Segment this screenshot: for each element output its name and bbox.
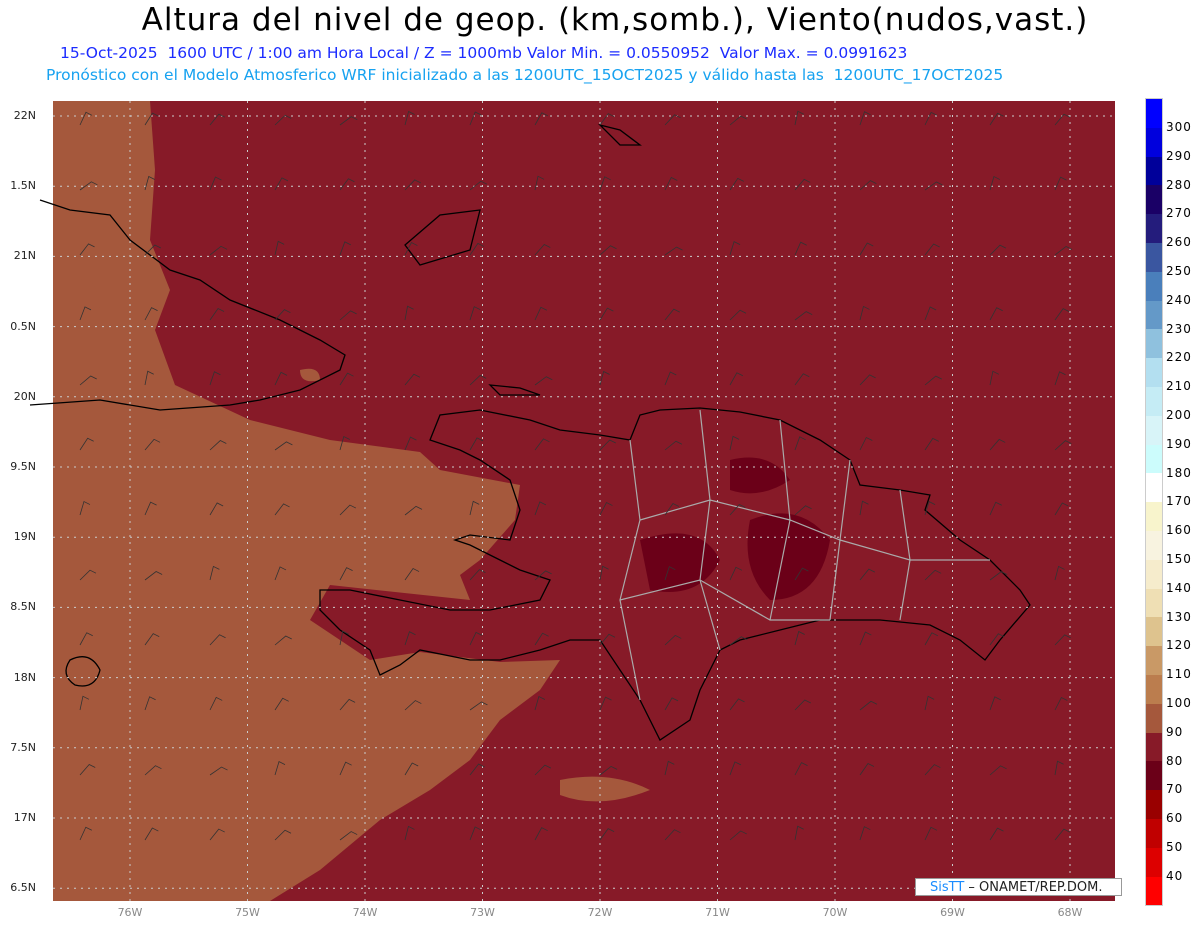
- lat-label: 18N: [13, 670, 36, 684]
- colorbar-label: 70: [1166, 782, 1184, 797]
- colorbar-bin: [1146, 646, 1162, 675]
- colorbar-label: 200: [1166, 408, 1192, 422]
- lat-label: 1.5N: [10, 179, 36, 193]
- colorbar-label: 50: [1166, 840, 1184, 854]
- lon-label: 72W: [587, 906, 613, 919]
- colorbar-bin: [1146, 444, 1162, 474]
- colorbar-bin: [1146, 300, 1162, 330]
- colorbar-label: 300: [1166, 120, 1192, 134]
- colorbar-label: 100: [1166, 696, 1192, 710]
- colorbar-bin: [1146, 876, 1162, 906]
- lon-label: 70W: [822, 906, 848, 919]
- lat-label: 0.5N: [10, 319, 36, 333]
- colorbar-bin: [1146, 271, 1162, 301]
- colorbar-bin: [1146, 674, 1162, 704]
- colorbar-bin: [1146, 790, 1162, 819]
- forecast-map: [29, 101, 1115, 901]
- watermark: SisTT – ONAMET/REP.DOM.: [915, 878, 1122, 896]
- lon-label: 74W: [352, 906, 378, 919]
- colorbar-label: 190: [1166, 436, 1192, 451]
- lat-label: 7.5N: [10, 740, 36, 754]
- colorbar-bin: [1146, 127, 1162, 157]
- colorbar-label: 60: [1166, 811, 1184, 826]
- colorbar-bin: [1146, 588, 1162, 618]
- colorbar-label: 290: [1166, 148, 1192, 163]
- colorbar-bin: [1146, 185, 1162, 215]
- colorbar-label: 120: [1166, 638, 1192, 653]
- colorbar-label: 40: [1166, 868, 1184, 883]
- lat-label: 8.5N: [10, 600, 36, 614]
- lon-label: 69W: [940, 906, 965, 919]
- colorbar-label: 260: [1166, 235, 1192, 250]
- colorbar-label: 110: [1166, 667, 1192, 682]
- colorbar-label: 270: [1166, 206, 1192, 221]
- lat-label: 6.5N: [10, 881, 36, 895]
- colorbar-bin: [1146, 329, 1162, 359]
- colorbar-bin: [1146, 703, 1162, 733]
- colorbar-bin: [1146, 386, 1162, 416]
- colorbar-bin: [1146, 156, 1162, 186]
- lat-label: 20N: [13, 389, 36, 403]
- lat-label: 22N: [13, 109, 36, 122]
- colorbar-label: 150: [1166, 552, 1192, 566]
- colorbar-label: 160: [1166, 523, 1192, 538]
- colorbar-label: 240: [1166, 292, 1192, 307]
- colorbar-label: 220: [1166, 350, 1192, 365]
- colorbar-bin: [1146, 617, 1162, 647]
- colorbar-bin: [1146, 559, 1162, 589]
- lat-label: 17N: [13, 811, 36, 824]
- colorbar-label: 210: [1166, 379, 1192, 394]
- colorbar-bin: [1146, 732, 1162, 762]
- colorbar-label: 230: [1166, 321, 1192, 336]
- brand-logo: SisTT: [930, 880, 965, 895]
- colorbar-bin: [1146, 818, 1162, 848]
- colorbar-bin: [1146, 214, 1162, 243]
- colorbar-label: 180: [1166, 465, 1192, 480]
- colorbar-label: 250: [1166, 264, 1192, 278]
- lat-label: 19N: [13, 530, 36, 544]
- colorbar-bin: [1146, 530, 1162, 560]
- colorbar-label: 130: [1166, 609, 1192, 624]
- colorbar-bin: [1146, 415, 1162, 445]
- colorbar-label: 80: [1166, 753, 1184, 768]
- colorbar-bin: [1146, 847, 1162, 877]
- colorbar-label: 90: [1166, 724, 1184, 739]
- lon-label: 75W: [235, 906, 260, 919]
- lon-label: 68W: [1057, 906, 1083, 919]
- colorbar-bin: [1146, 99, 1162, 128]
- watermark-text: – ONAMET/REP.DOM.: [964, 880, 1103, 895]
- colorbar-bin: [1146, 242, 1162, 272]
- colorbar-bin: [1146, 502, 1162, 531]
- colorbar-label: 280: [1166, 177, 1192, 192]
- lon-label: 73W: [470, 906, 495, 919]
- colorbar-bin: [1146, 761, 1162, 791]
- lon-label: 71W: [705, 906, 730, 919]
- colorbar-label: 170: [1166, 494, 1192, 509]
- lon-label: 76W: [117, 906, 143, 919]
- colorbar: [1145, 98, 1163, 907]
- lat-label: 9.5N: [10, 460, 36, 473]
- colorbar-label: 140: [1166, 580, 1192, 595]
- colorbar-bin: [1146, 358, 1162, 387]
- lat-label: 21N: [13, 249, 36, 263]
- colorbar-bin: [1146, 473, 1162, 503]
